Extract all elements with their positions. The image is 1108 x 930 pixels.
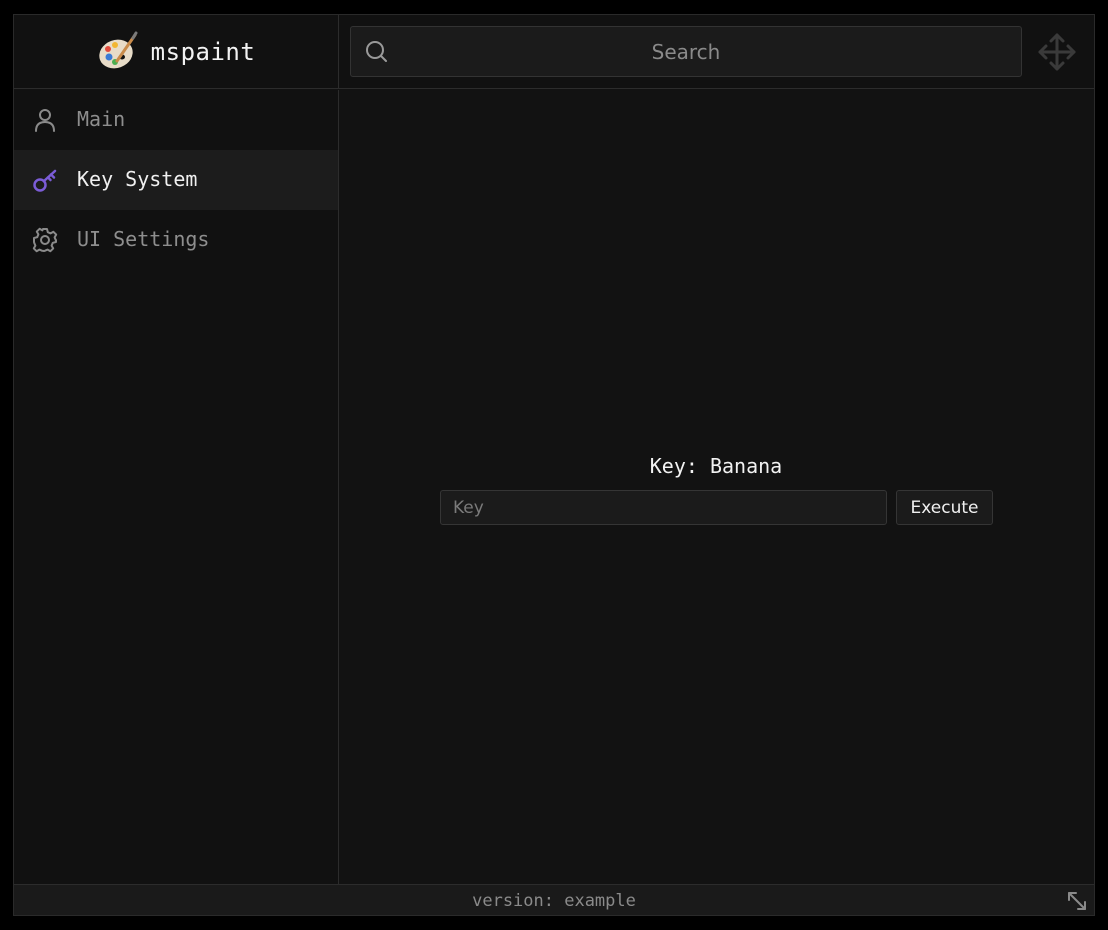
brand: mspaint [14, 15, 339, 89]
execute-button[interactable]: Execute [896, 490, 993, 525]
sidebar-item-label: Main [77, 107, 126, 131]
move-drag-icon[interactable] [1036, 31, 1078, 73]
search-box[interactable] [350, 26, 1022, 77]
app-title: mspaint [150, 38, 256, 66]
version-text: version: example [472, 891, 636, 911]
resize-icon[interactable] [1066, 890, 1088, 912]
main-content: Key: Banana Execute [340, 90, 1094, 884]
sidebar-item-main[interactable]: Main [14, 90, 338, 150]
key-icon [32, 167, 58, 193]
app-window: mspaint Search Main Key System UI Settin… [13, 14, 1095, 916]
sidebar-item-label: UI Settings [77, 227, 210, 251]
search-input[interactable] [351, 27, 1021, 76]
footer: version: example [14, 884, 1094, 915]
sidebar-item-label: Key System [77, 167, 198, 191]
sidebar-item-ui-settings[interactable]: UI Settings [14, 210, 338, 270]
sidebar-item-key-system[interactable]: Key System [14, 150, 338, 210]
header-bar: mspaint [14, 15, 1094, 89]
key-input[interactable] [440, 490, 887, 525]
key-label: Key: Banana [649, 454, 783, 478]
paint-palette-icon [97, 31, 139, 73]
gear-icon [32, 227, 58, 253]
sidebar: Main Key System UI Settings [14, 90, 339, 884]
user-icon [32, 107, 58, 133]
